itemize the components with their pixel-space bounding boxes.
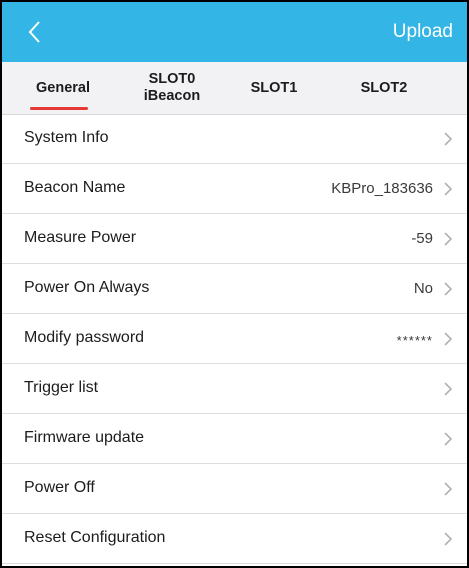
chevron-right-icon — [444, 332, 453, 346]
chevron-right-icon — [444, 132, 453, 146]
chevron-right-icon — [444, 432, 453, 446]
row-measure-power[interactable]: Measure Power -59 — [2, 214, 467, 264]
row-system-info[interactable]: System Info — [2, 114, 467, 164]
tab-sublabel: iBeacon — [143, 88, 201, 104]
tab-bar: General SLOT0 iBeacon SLOT1 SLOT2 — [2, 62, 467, 115]
row-label: Power Off — [24, 479, 95, 496]
row-label: Firmware update — [24, 429, 145, 446]
row-label: Trigger list — [24, 379, 99, 396]
row-value: No — [413, 280, 433, 297]
row-label: Beacon Name — [24, 179, 126, 196]
row-firmware-update[interactable]: Firmware update — [2, 414, 467, 464]
row-modify-password[interactable]: Modify password ****** — [2, 314, 467, 364]
active-tab-indicator — [30, 107, 88, 110]
chevron-right-icon — [444, 482, 453, 496]
tab-label: SLOT0 — [148, 71, 196, 87]
tab-slot0[interactable]: SLOT0 iBeacon — [130, 62, 214, 114]
upload-button[interactable]: Upload — [393, 21, 453, 43]
row-label: Measure Power — [24, 229, 137, 246]
row-value: -59 — [411, 230, 433, 247]
row-label: Modify password — [24, 329, 145, 346]
row-trigger-list[interactable]: Trigger list — [2, 364, 467, 414]
row-value: KBPro_183636 — [331, 180, 433, 197]
row-power-on-always[interactable]: Power On Always No — [2, 264, 467, 314]
settings-list: System Info Beacon Name KBPro_183636 Mea… — [2, 114, 467, 564]
tab-label: SLOT2 — [360, 79, 408, 96]
row-reset-configuration[interactable]: Reset Configuration — [2, 514, 467, 564]
back-button[interactable] — [24, 18, 48, 46]
row-value: ****** — [396, 333, 433, 348]
row-label: System Info — [24, 129, 109, 146]
chevron-right-icon — [444, 232, 453, 246]
chevron-right-icon — [444, 382, 453, 396]
tab-label: General — [36, 79, 90, 96]
row-beacon-name[interactable]: Beacon Name KBPro_183636 — [2, 164, 467, 214]
row-label: Power On Always — [24, 279, 150, 296]
row-power-off[interactable]: Power Off — [2, 464, 467, 514]
navigation-bar: Upload — [2, 2, 467, 62]
tab-label: SLOT1 — [250, 79, 298, 96]
tab-slot2[interactable]: SLOT2 — [354, 62, 414, 114]
chevron-right-icon — [444, 182, 453, 196]
tab-slot1[interactable]: SLOT1 — [244, 62, 304, 114]
chevron-left-icon — [28, 21, 40, 43]
row-label: Reset Configuration — [24, 529, 166, 546]
chevron-right-icon — [444, 532, 453, 546]
chevron-right-icon — [444, 282, 453, 296]
